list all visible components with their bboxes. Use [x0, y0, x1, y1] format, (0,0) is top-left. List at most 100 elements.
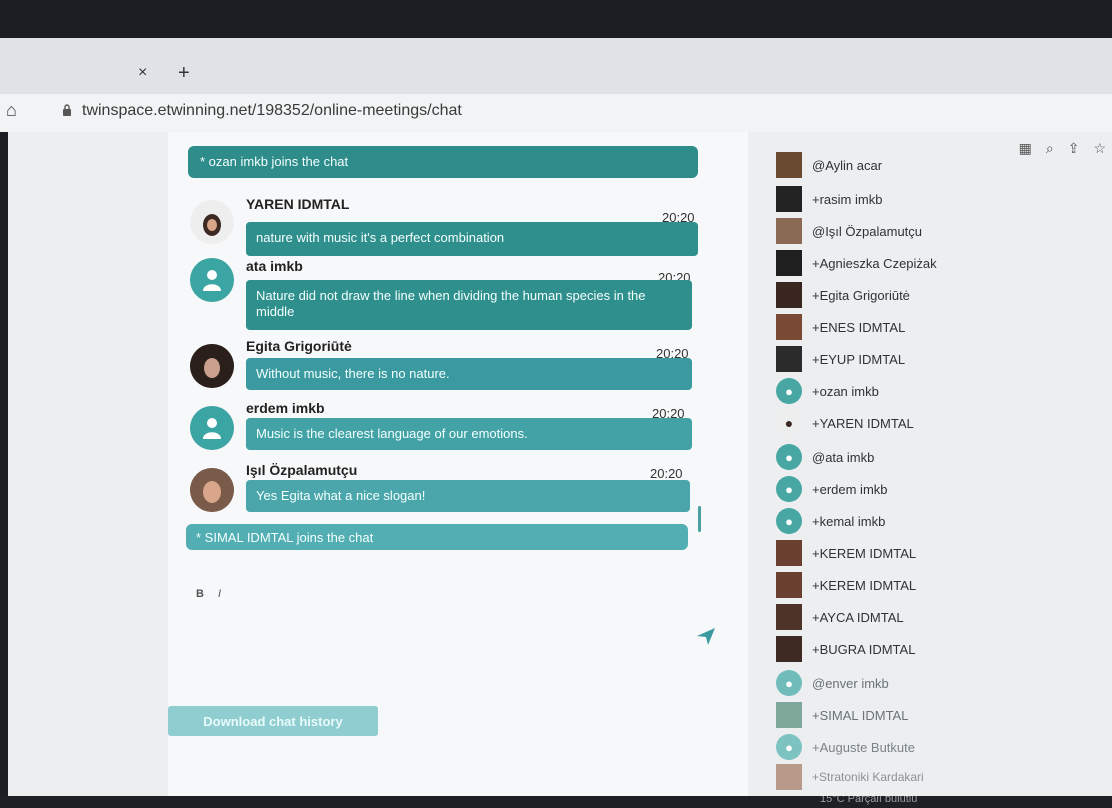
participant-name: +Auguste Butkute [812, 739, 915, 755]
participant-name: +YAREN IDMTAL [812, 415, 914, 431]
participant-item[interactable]: +ENES IDMTAL [776, 312, 905, 342]
avatar: ● [776, 410, 802, 436]
system-message: * SIMAL IDMTAL joins the chat [186, 524, 688, 550]
participant-name: +KEREM IDMTAL [812, 577, 917, 593]
participant-name: +EYUP IDMTAL [812, 351, 906, 367]
participant-item[interactable]: ● @enver imkb [776, 668, 889, 698]
format-toolbar: B I [196, 588, 221, 600]
chat-scrollbar[interactable] [698, 506, 701, 532]
new-tab-icon[interactable]: + [178, 62, 190, 85]
message-time: 20:20 [650, 466, 683, 481]
participant-item[interactable]: ● +YAREN IDMTAL [776, 408, 914, 438]
participant-item[interactable]: +rasim imkb [776, 184, 882, 214]
message-author: ata imkb [246, 258, 303, 274]
participant-item[interactable]: ● +Auguste Butkute [776, 732, 915, 762]
participant-item[interactable]: @Işıl Özpalamutçu [776, 216, 922, 246]
participant-name: +erdem imkb [812, 481, 888, 497]
avatar: ● [776, 508, 802, 534]
message-bubble: Yes Egita what a nice slogan! [246, 480, 690, 512]
participant-name: +Egita Grigoriūtė [812, 287, 910, 303]
send-icon[interactable] [696, 626, 716, 646]
participant-item[interactable]: ● +ozan imkb [776, 376, 879, 406]
participant-name: +kemal imkb [812, 513, 886, 529]
participant-item[interactable]: ● +erdem imkb [776, 474, 888, 504]
user-photo-icon [190, 200, 234, 244]
share-icon[interactable]: ⇪ [1068, 140, 1080, 157]
participant-item[interactable]: +KEREM IDMTAL [776, 538, 916, 568]
participant-item[interactable]: +BUGRA IDMTAL [776, 634, 915, 664]
message-bubble: Nature did not draw the line when dividi… [246, 280, 692, 330]
participant-name: +SIMAL IDMTAL [812, 707, 909, 723]
participant-name: +Agnieszka Czepiżak [812, 255, 937, 271]
participant-item[interactable]: +Egita Grigoriūtė [776, 280, 910, 310]
system-message: * ozan imkb joins the chat [188, 146, 698, 178]
lock-icon [63, 104, 71, 116]
user-icon: ● [785, 481, 793, 497]
system-message-text: * ozan imkb joins the chat [200, 154, 349, 169]
avatar [776, 702, 802, 728]
avatar: ● [776, 378, 802, 404]
participant-item[interactable]: +Agnieszka Czepiżak [776, 248, 937, 278]
star-icon[interactable]: ☆ [1093, 140, 1106, 157]
participant-name: +ozan imkb [812, 383, 879, 399]
participant-item[interactable]: +EYUP IDMTAL [776, 344, 905, 374]
avatar [776, 282, 802, 308]
avatar [776, 764, 802, 790]
user-icon: ● [785, 383, 793, 399]
participant-item[interactable]: +KEREM IDMTAL [776, 570, 916, 600]
participant-name: +Stratoniki Kardakari [812, 770, 924, 784]
message-author: YAREN IDMTAL [246, 196, 350, 212]
user-icon [203, 418, 221, 439]
bold-button[interactable]: B [196, 588, 204, 600]
avatar [776, 346, 802, 372]
avatar [190, 344, 234, 388]
avatar [776, 540, 802, 566]
message-author: Işıl Özpalamutçu [246, 462, 358, 478]
participant-item[interactable]: +AYCA IDMTAL [776, 602, 904, 632]
message-bubble: Music is the clearest language of our em… [246, 418, 692, 450]
participant-name: +KEREM IDMTAL [812, 545, 917, 561]
participant-name: @Işıl Özpalamutçu [812, 223, 923, 239]
avatar: ● [776, 444, 802, 470]
avatar [776, 636, 802, 662]
user-icon [203, 270, 221, 291]
participant-name: +BUGRA IDMTAL [812, 641, 916, 657]
message-bubble: Without music, there is no nature. [246, 358, 692, 390]
download-chat-history-button[interactable]: Download chat history [168, 706, 378, 736]
avatar [776, 152, 802, 178]
message-author: Egita Grigoriūtė [246, 338, 352, 354]
home-icon[interactable]: ⌂ [6, 100, 17, 121]
avatar [190, 468, 234, 512]
translate-icon[interactable]: ▦ [1019, 140, 1032, 157]
avatar [776, 604, 802, 630]
participant-name: @ata imkb [812, 449, 875, 465]
tab-close-icon[interactable]: × [138, 64, 147, 82]
participant-name: +AYCA IDMTAL [812, 609, 904, 625]
italic-button[interactable]: I [218, 588, 221, 600]
avatar [190, 258, 234, 302]
participant-name: +rasim imkb [812, 191, 883, 207]
participant-item[interactable]: ● @ata imkb [776, 442, 874, 472]
participant-name: @enver imkb [812, 675, 889, 691]
participant-item[interactable]: @Aylin acar [776, 150, 882, 180]
user-icon: ● [785, 449, 793, 465]
participant-item[interactable]: ● +kemal imkb [776, 506, 885, 536]
participant-item[interactable]: +SIMAL IDMTAL [776, 700, 908, 730]
zoom-icon[interactable]: ⌕ [1046, 140, 1054, 157]
address-bar[interactable]: twinspace.etwinning.net/198352/online-me… [82, 102, 462, 120]
message-bubble: nature with music it's a perfect combina… [246, 222, 698, 256]
participant-item[interactable]: +Stratoniki Kardakari [776, 762, 924, 792]
system-message-text: * SIMAL IDMTAL joins the chat [196, 530, 374, 545]
participant-name: @Aylin acar [812, 157, 883, 173]
avatar: ● [776, 734, 802, 760]
user-icon: ● [785, 675, 793, 691]
user-photo-icon [190, 344, 234, 388]
user-icon: ● [785, 513, 793, 529]
participant-name: +ENES IDMTAL [812, 319, 906, 335]
avatar [190, 200, 234, 244]
message-author: erdem imkb [246, 400, 325, 416]
avatar [776, 186, 802, 212]
tab-strip [0, 38, 1112, 94]
avatar [776, 314, 802, 340]
avatar: ● [776, 476, 802, 502]
